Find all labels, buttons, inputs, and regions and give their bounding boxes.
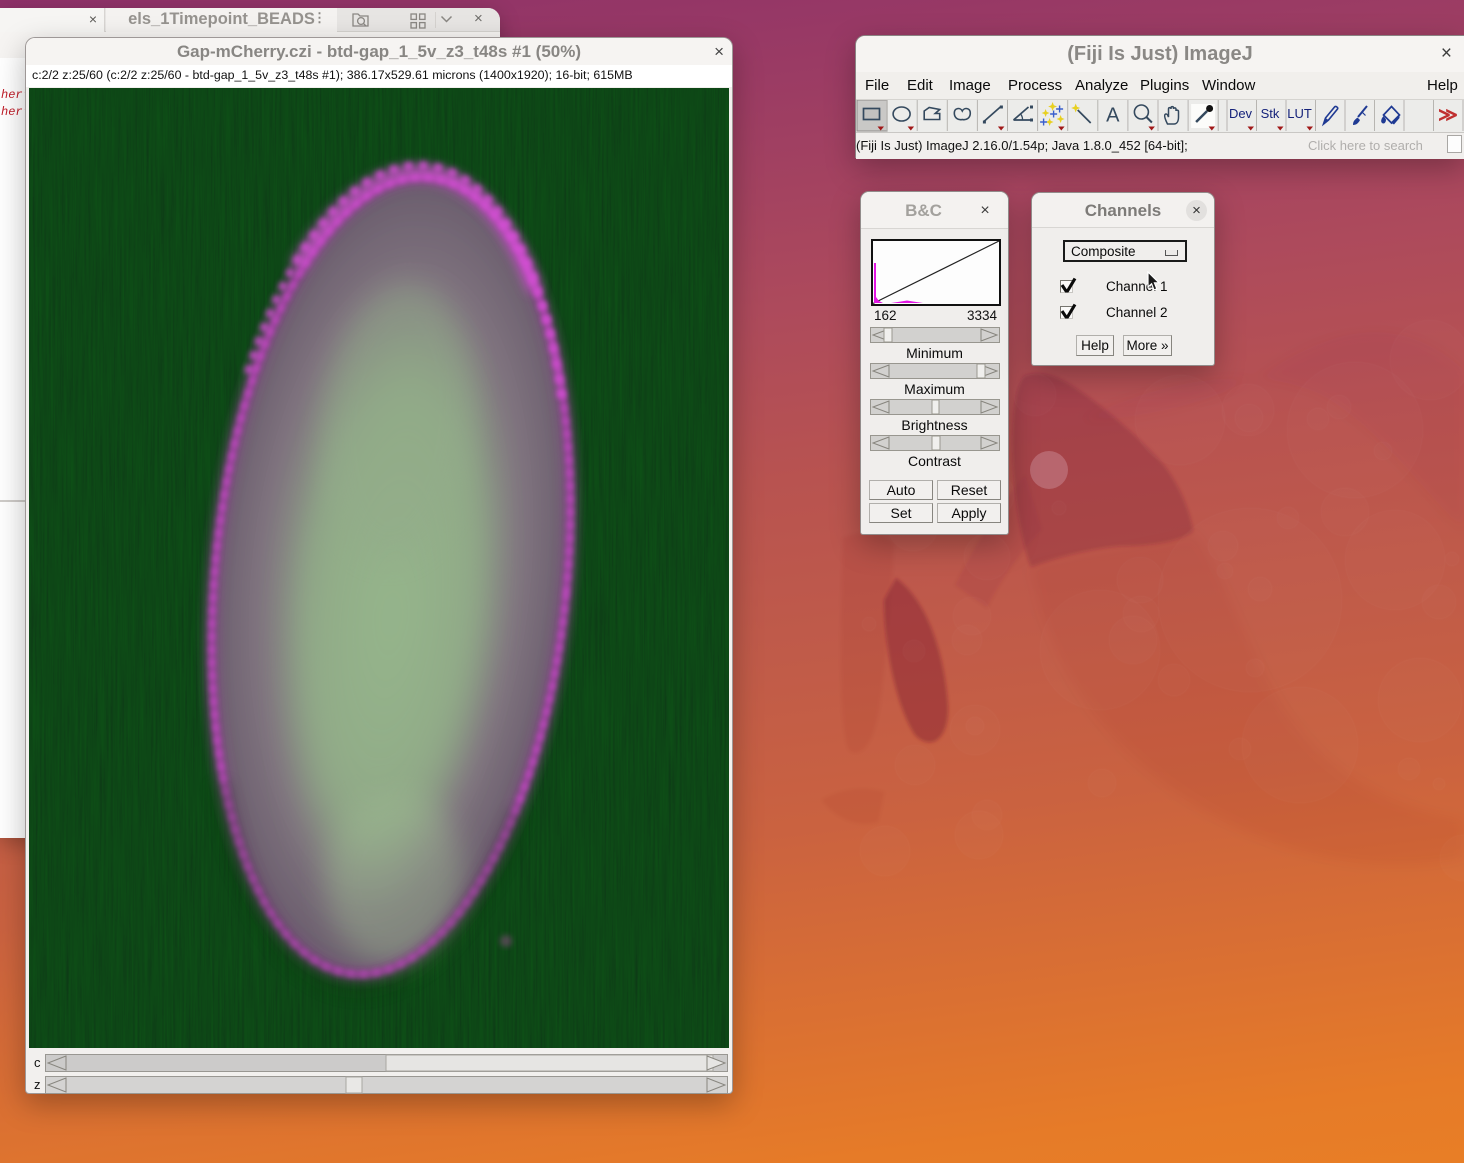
svg-text:≫: ≫: [1438, 105, 1458, 126]
svg-text:Dev: Dev: [1229, 106, 1253, 121]
svg-text:A: A: [1106, 105, 1120, 127]
svg-text:LUT: LUT: [1287, 106, 1312, 121]
svg-text:Stk: Stk: [1261, 106, 1280, 121]
